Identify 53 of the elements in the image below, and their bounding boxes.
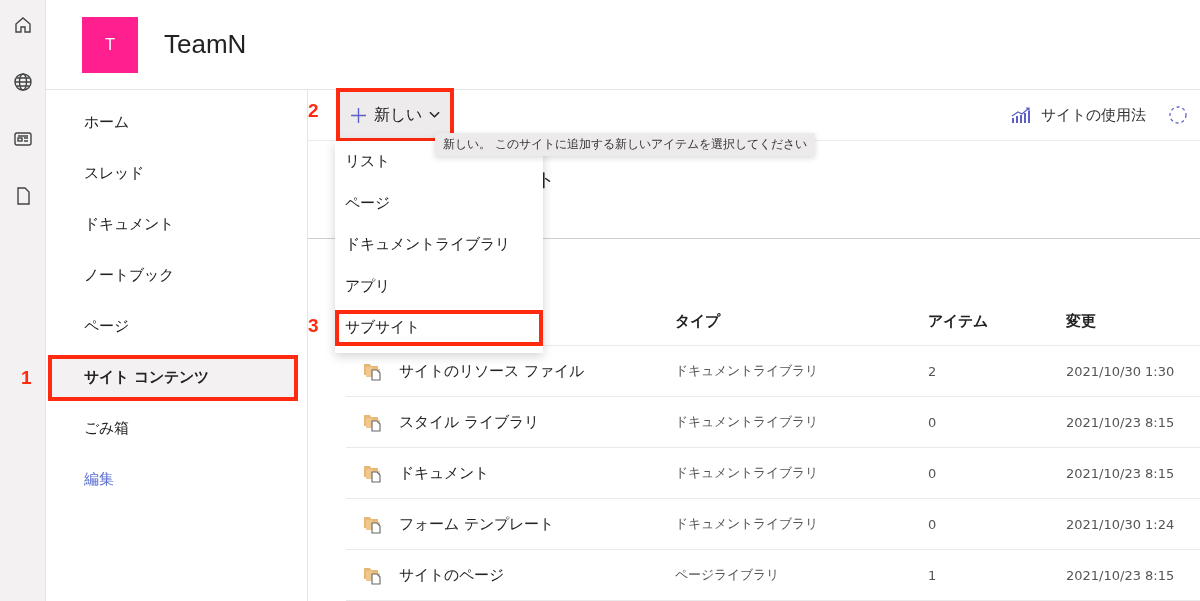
library-icon [362,514,383,534]
news-icon[interactable] [12,129,33,149]
column-header[interactable]: アイテム [928,312,1066,331]
nav-item[interactable]: ホーム [48,99,298,146]
nav-item[interactable]: ページ [48,303,298,350]
tooltip: 新しい。 このサイトに追加する新しいアイテムを選択してください [435,133,815,156]
table-cell-text: 2021/10/23 8:15 [1066,465,1176,481]
step-number: 2 [308,100,319,122]
site-logo: T [82,16,138,73]
caret-icon [429,111,440,119]
item-name[interactable]: フォーム テンプレート [399,514,675,534]
nav-item[interactable]: ごみ箱 [48,405,298,452]
item-name[interactable]: ドキュメント [399,463,675,483]
table-cell-text: ドキュメントライブラリ [675,413,819,431]
library-icon [362,412,383,432]
library-icon [362,463,383,483]
table-cell-text: ドキュメントライブラリ [675,515,819,533]
table-cell-text: 0 [928,414,938,430]
table-cell-text: 2021/10/30 1:24 [1066,516,1176,532]
table-cell-text: 2021/10/23 8:15 [1066,414,1176,430]
nav-item[interactable]: ドキュメント [48,201,298,248]
nav-item[interactable]: ノートブック [48,252,298,299]
table-cell-text: 2021/10/30 1:30 [1066,363,1176,379]
nav-item[interactable]: 編集 [48,456,298,503]
step-number: 1 [21,367,32,389]
site-title: TeamN [164,29,247,60]
plus-icon [350,106,367,124]
step-number: 3 [308,315,319,337]
table-cell-text: ドキュメントライブラリ [675,362,819,380]
chart-icon [1011,107,1031,123]
menu-item[interactable]: ドキュメントライブラリ [335,225,543,264]
item-name[interactable]: サイトのリソース ファイル [399,361,675,381]
table-cell-text: 0 [928,465,938,481]
table-cell-text: ページライブラリ [675,566,780,584]
home-icon[interactable] [12,15,33,35]
item-name[interactable]: サイトのページ [399,565,675,585]
table-cell-text: 0 [928,516,938,532]
column-header[interactable]: 変更 [1066,312,1200,331]
globe-icon[interactable] [12,72,33,92]
site-usage-button[interactable]: サイトの使用法 [1005,104,1152,126]
item-name[interactable]: スタイル ライブラリ [399,412,675,432]
refresh-icon[interactable] [1168,105,1188,125]
table-cell-text: 1 [928,567,938,583]
table-cell-text: 2 [928,363,938,379]
library-icon [362,565,383,585]
table-cell-text: ドキュメントライブラリ [675,464,819,482]
table-cell-text: 2021/10/23 8:15 [1066,567,1176,583]
nav-item[interactable]: サイト コンテンツ [48,354,298,401]
column-header[interactable]: タイプ [675,312,928,331]
library-icon [362,361,383,381]
nav-item[interactable]: スレッド [48,150,298,197]
menu-item[interactable]: サブサイト [335,309,543,346]
menu-item[interactable]: アプリ [335,267,543,306]
